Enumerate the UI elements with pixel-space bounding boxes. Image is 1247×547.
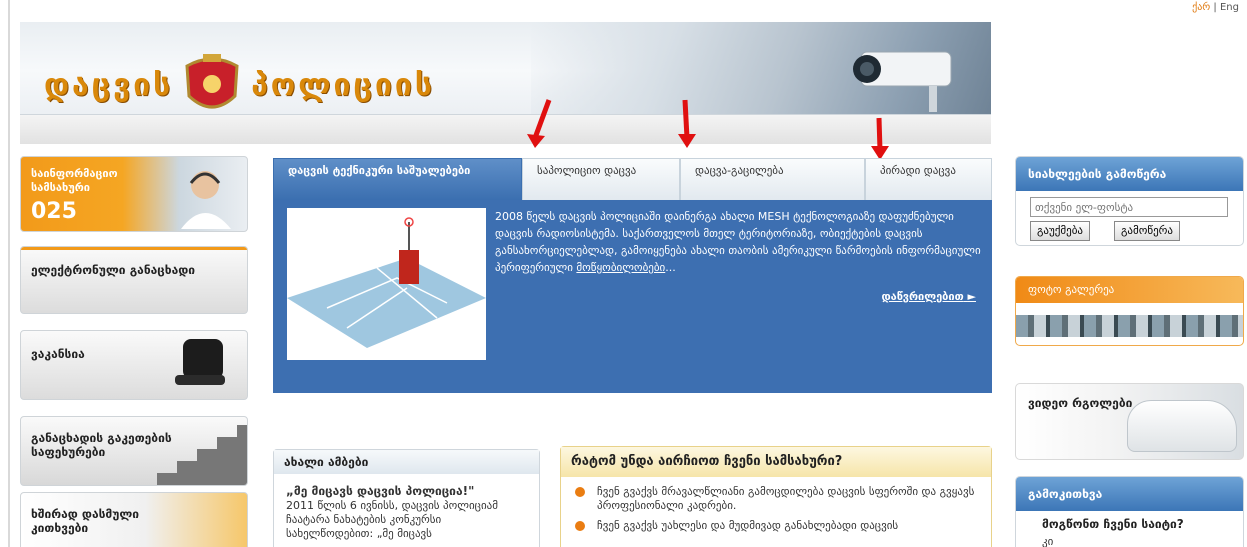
poll-question: მოგწონთ ჩვენი საიტი? bbox=[1042, 517, 1184, 531]
read-more-label: დაწვრილებით bbox=[881, 290, 964, 303]
why-us-item: ჩვენ გვაქვს მრავალწლიანი გამოცდილება დაც… bbox=[597, 485, 975, 512]
tab-panel-paragraph: 2008 წელს დაცვის პოლიციაში დაინერგა ახალ… bbox=[495, 210, 981, 274]
police-car-image bbox=[1127, 400, 1237, 452]
steps-box[interactable]: განაცხადის გაკეთების საფეხურები bbox=[20, 416, 248, 486]
news-box: ახალი ამბები „მე მიცავს დაცვის პოლიცია!"… bbox=[273, 449, 540, 547]
chair-icon bbox=[175, 339, 225, 385]
subscribe-title: სიახლეების გამოწერა bbox=[1016, 157, 1243, 191]
tab-panel: 2008 წელს დაცვის პოლიციაში დაინერგა ახალ… bbox=[273, 200, 992, 393]
lang-en-link[interactable]: Eng bbox=[1220, 2, 1239, 13]
red-arrow-icon bbox=[678, 99, 696, 148]
mesh-diagram bbox=[287, 217, 486, 348]
list-item: ჩვენ გვაქვს უახლესი და მუდმივად განახლებ… bbox=[573, 519, 979, 533]
page: ქარ | Eng დაცვის პოლიციის საინფორმაციო ს… bbox=[0, 0, 1247, 547]
news-headline[interactable]: „მე მიცავს დაცვის პოლიცია!" bbox=[286, 484, 474, 498]
stairs-icon bbox=[157, 425, 247, 485]
security-camera-icon bbox=[853, 51, 952, 112]
bullet-icon bbox=[575, 487, 585, 497]
read-more-link[interactable]: დაწვრილებით ► bbox=[881, 290, 976, 303]
news-title: ახალი ამბები bbox=[274, 450, 539, 474]
vacancy-box[interactable]: ვაკანსია bbox=[20, 330, 248, 400]
subscribe-button[interactable]: გამოწერა bbox=[1114, 221, 1180, 241]
coat-of-arms-icon bbox=[185, 54, 239, 109]
lang-ka-link[interactable]: ქარ bbox=[1192, 2, 1210, 13]
tab-personal-protection[interactable]: პირადი დაცვა bbox=[865, 158, 992, 200]
mesh-device-image bbox=[287, 208, 486, 360]
faq-label: ხშირად დასმული კითხვები bbox=[31, 507, 139, 535]
site-logo[interactable]: დაცვის პოლიციის bbox=[44, 52, 435, 118]
tab-technical-means[interactable]: დაცვის ტექნიკური საშუალებები bbox=[273, 158, 522, 200]
vacancy-label: ვაკანსია bbox=[31, 347, 85, 361]
tab-panel-text: 2008 წელს დაცვის პოლიციაში დაინერგა ახალ… bbox=[495, 208, 985, 276]
tab-police-protection[interactable]: საპოლიციო დაცვა bbox=[522, 158, 680, 200]
services-tabs: დაცვის ტექნიკური საშუალებები საპოლიციო დ… bbox=[273, 158, 992, 200]
poll-title: გამოკითხვა bbox=[1016, 477, 1243, 511]
box-stripe bbox=[21, 247, 247, 250]
video-title: ვიდეო რგოლები bbox=[1028, 396, 1133, 410]
cancel-button[interactable]: გაუქმება bbox=[1030, 221, 1090, 241]
e-application-box[interactable]: ელექტრონული განაცხადი bbox=[20, 246, 248, 314]
arrow-right-icon: ► bbox=[967, 290, 976, 303]
subscribe-box: სიახლეების გამოწერა გაუქმება გამოწერა bbox=[1015, 156, 1244, 246]
language-switcher: ქარ | Eng bbox=[1192, 2, 1239, 13]
info-service-label: საინფორმაციო სამსახური bbox=[31, 167, 118, 194]
info-service-number: 025 bbox=[31, 199, 77, 224]
photo-gallery-title: ფოტო გალერეა bbox=[1016, 277, 1243, 303]
video-box[interactable]: ვიდეო რგოლები bbox=[1015, 383, 1244, 460]
left-rule bbox=[8, 0, 10, 547]
news-text: 2011 წლის 6 ივნისს, დაცვის პოლიციამ ჩაატ… bbox=[286, 499, 498, 540]
faq-box[interactable]: ხშირად დასმული კითხვები bbox=[20, 492, 248, 547]
header-band bbox=[20, 114, 991, 144]
operator-photo bbox=[181, 171, 231, 229]
red-arrow-icon bbox=[871, 117, 889, 160]
bullet-icon bbox=[575, 521, 585, 531]
poll-box: გამოკითხვა მოგწონთ ჩვენი საიტი? კი bbox=[1015, 476, 1244, 547]
logo-text-left: დაცვის bbox=[44, 67, 174, 103]
why-us-list: ჩვენ გვაქვს მრავალწლიანი გამოცდილება დაც… bbox=[561, 477, 991, 547]
tab-escort[interactable]: დაცვა-გაცილება bbox=[680, 158, 865, 200]
tab-panel-ellipsis: ... bbox=[665, 261, 676, 274]
site-header: დაცვის პოლიციის bbox=[20, 22, 991, 144]
devices-link[interactable]: მოწყობილობები bbox=[576, 261, 665, 274]
photo-strip[interactable] bbox=[1016, 315, 1243, 337]
e-application-label: ელექტრონული განაცხადი bbox=[31, 263, 195, 277]
why-us-box: რატომ უნდა აირჩიოთ ჩვენი სამსახური? ჩვენ… bbox=[560, 446, 992, 547]
why-us-title: რატომ უნდა აირჩიოთ ჩვენი სამსახური? bbox=[561, 447, 991, 477]
info-service-box[interactable]: საინფორმაციო სამსახური 025 bbox=[20, 156, 248, 232]
lang-separator: | bbox=[1210, 2, 1220, 13]
poll-option[interactable]: კი bbox=[1042, 535, 1053, 547]
email-input[interactable] bbox=[1030, 197, 1228, 217]
photo-gallery-box[interactable]: ფოტო გალერეა bbox=[1015, 276, 1244, 346]
logo-text-right: პოლიციის bbox=[251, 67, 435, 103]
list-item: ჩვენ გვაქვს მრავალწლიანი გამოცდილება დაც… bbox=[573, 485, 979, 513]
why-us-item: ჩვენ გვაქვს უახლესი და მუდმივად განახლებ… bbox=[597, 519, 899, 532]
header-camera-photo bbox=[531, 22, 991, 114]
news-body: „მე მიცავს დაცვის პოლიცია!" 2011 წლის 6 … bbox=[274, 474, 539, 547]
red-arrow-icon bbox=[527, 99, 552, 148]
